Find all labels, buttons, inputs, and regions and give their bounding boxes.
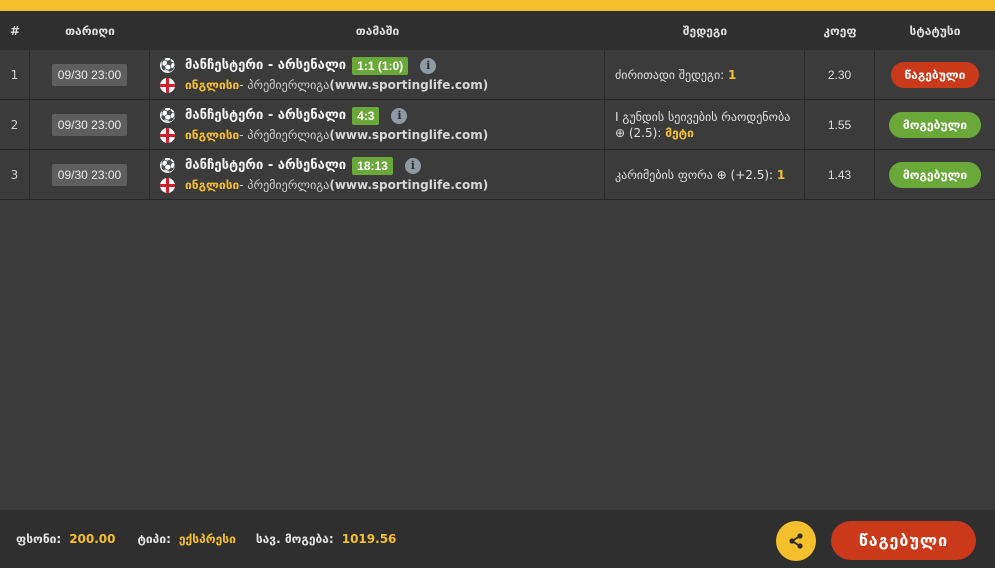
top-accent-bar xyxy=(0,0,995,11)
header-date: თარიღი xyxy=(65,23,115,38)
row-event-cell: ⚽ მანჩესტერი - არსენალი 4:3 i ინგლისი - … xyxy=(150,100,605,149)
stake-label: ფსონი: xyxy=(16,532,62,546)
outcome-label: კარიმების ფორა ⊕ (+2.5): xyxy=(615,167,777,182)
soccer-ball-icon: ⚽ xyxy=(160,108,175,123)
win-value: 1019.56 xyxy=(341,532,397,546)
league-prefix: - პრემიერლიგა xyxy=(239,78,330,92)
soccer-ball-icon: ⚽ xyxy=(160,58,175,73)
score-badge: 1:1 (1:0) xyxy=(352,56,409,75)
status-badge: მოგებული xyxy=(888,111,982,138)
score-badge: 18:13 xyxy=(352,156,393,175)
header-odds: კოეფ xyxy=(823,23,857,38)
match-name[interactable]: მანჩესტერი - არსენალი xyxy=(185,58,346,73)
header-event: თამაში xyxy=(355,23,400,38)
league-prefix: - პრემიერლიგა xyxy=(239,128,330,142)
header-outcome: შედეგი xyxy=(682,23,728,38)
row-outcome: ძირითადი შედეგი: 1 xyxy=(605,50,805,99)
win-summary: სავ. მოგება: 1019.56 xyxy=(256,532,397,546)
row-num: 2 xyxy=(0,100,30,149)
outcome-label: ძირითადი შედეგი: xyxy=(615,67,729,82)
match-name[interactable]: მანჩესტერი - არსენალი xyxy=(185,108,346,123)
share-button[interactable] xyxy=(776,521,816,561)
row-event-cell: ⚽ მანჩესტერი - არსენალი 1:1 (1:0) i ინგლ… xyxy=(150,50,605,99)
outcome-value: 1 xyxy=(728,67,737,82)
final-status-badge: წაგებული xyxy=(831,521,976,560)
type-summary: ტიპი: ექსპრესი xyxy=(138,532,236,546)
table-header: # თარიღი თამაში შედეგი კოეფ სტატუსი xyxy=(0,11,995,50)
table-row: 2 09/30 23:00 ⚽ მანჩესტერი - არსენალი 4:… xyxy=(0,100,995,150)
row-date-cell: 09/30 23:00 xyxy=(30,50,150,99)
row-status-cell: მოგებული xyxy=(875,150,995,199)
outcome-label: I გუნდის სეივების რაოდენობა ⊕ (2.5): xyxy=(615,109,791,140)
win-label: სავ. მოგება: xyxy=(255,532,334,546)
table-row: 1 09/30 23:00 ⚽ მანჩესტერი - არსენალი 1:… xyxy=(0,50,995,100)
bet-rows: 1 09/30 23:00 ⚽ მანჩესტერი - არსენალი 1:… xyxy=(0,50,995,200)
league-source: (www.sportinglife.com) xyxy=(329,78,489,92)
row-date: 09/30 23:00 xyxy=(51,63,128,86)
row-status-cell: წაგებული xyxy=(875,50,995,99)
country-name: ინგლისი xyxy=(185,128,240,142)
row-num: 3 xyxy=(0,150,30,199)
row-odds: 2.30 xyxy=(805,50,875,99)
share-icon xyxy=(789,533,803,549)
league-source: (www.sportinglife.com) xyxy=(329,178,489,192)
league-source: (www.sportinglife.com) xyxy=(329,128,489,142)
score-badge: 4:3 xyxy=(352,106,380,125)
status-badge: მოგებული xyxy=(888,161,982,188)
type-value: ექსპრესი xyxy=(178,532,236,546)
bet-summary-footer: ფსონი: 200.00 ტიპი: ექსპრესი სავ. მოგება… xyxy=(0,510,995,568)
england-flag-icon xyxy=(160,127,175,143)
stake-summary: ფსონი: 200.00 xyxy=(16,532,116,546)
match-name[interactable]: მანჩესტერი - არსენალი xyxy=(185,158,346,173)
table-row: 3 09/30 23:00 ⚽ მანჩესტერი - არსენალი 18… xyxy=(0,150,995,200)
country-name: ინგლისი xyxy=(185,78,240,92)
england-flag-icon xyxy=(160,77,175,93)
header-status: სტატუსი xyxy=(909,23,961,38)
row-event-cell: ⚽ მანჩესტერი - არსენალი 18:13 i ინგლისი … xyxy=(150,150,605,199)
outcome-value: მეტი xyxy=(665,125,694,140)
row-date-cell: 09/30 23:00 xyxy=(30,100,150,149)
header-num: # xyxy=(9,23,21,38)
england-flag-icon xyxy=(160,177,175,193)
row-date-cell: 09/30 23:00 xyxy=(30,150,150,199)
outcome-value: 1 xyxy=(776,167,786,182)
status-badge: წაგებული xyxy=(890,61,980,88)
stake-value: 200.00 xyxy=(69,532,116,546)
info-icon[interactable]: i xyxy=(404,157,421,174)
row-odds: 1.55 xyxy=(805,100,875,149)
row-odds: 1.43 xyxy=(805,150,875,199)
row-num: 1 xyxy=(0,50,30,99)
row-outcome: კარიმების ფორა ⊕ (+2.5): 1 xyxy=(605,150,805,199)
info-icon[interactable]: i xyxy=(420,57,437,74)
row-outcome: I გუნდის სეივების რაოდენობა ⊕ (2.5): მეტ… xyxy=(605,100,805,149)
type-label: ტიპი: xyxy=(137,532,171,546)
info-icon[interactable]: i xyxy=(391,107,408,124)
row-date: 09/30 23:00 xyxy=(51,163,128,186)
row-status-cell: მოგებული xyxy=(875,100,995,149)
row-date: 09/30 23:00 xyxy=(51,113,128,136)
soccer-ball-icon: ⚽ xyxy=(160,158,175,173)
league-prefix: - პრემიერლიგა xyxy=(239,178,330,192)
country-name: ინგლისი xyxy=(185,178,240,192)
